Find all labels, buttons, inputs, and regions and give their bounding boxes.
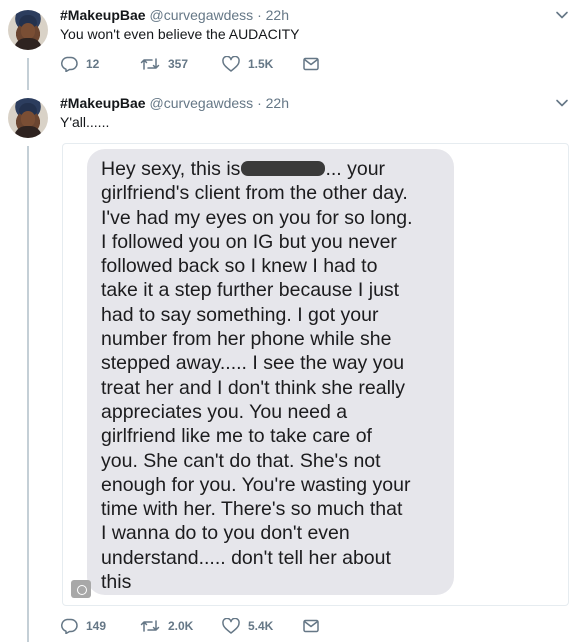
retweet-button[interactable]: 2.0K [140, 616, 193, 636]
message-line: I wanna do to you don't even [101, 522, 350, 545]
tweet-text: You won't even believe the AUDACITY [60, 26, 300, 42]
like-button[interactable]: 1.5K [222, 54, 273, 74]
like-count: 1.5K [248, 57, 274, 71]
display-name[interactable]: #MakeupBae [60, 95, 146, 111]
like-button[interactable]: 5.4K [222, 616, 273, 636]
tweet-media-image[interactable]: Hey sexy, this is... your girlfriend's c… [62, 143, 569, 606]
separator-dot: · [257, 95, 262, 111]
tweet-header: #MakeupBae @curvegawdess · 22h [60, 6, 289, 24]
message-line: enough for you. You're wasting your [101, 473, 411, 496]
message-line: I followed you on IG but you never [101, 230, 397, 253]
retweet-count: 2.0K [168, 619, 194, 633]
media-badge-icon [71, 580, 91, 598]
timestamp[interactable]: 22h [266, 95, 289, 111]
message-line: I've had my eyes on you for so long. [101, 206, 413, 229]
reply-icon [60, 56, 78, 72]
chevron-down-icon[interactable] [555, 8, 569, 22]
message-line: you. She can't do that. She's not [101, 449, 381, 472]
reply-count: 149 [86, 619, 107, 633]
display-name[interactable]: #MakeupBae [60, 7, 146, 23]
message-line: followed back so I knew I had to [101, 255, 378, 278]
message-text: Hey sexy, this is... your girlfriend's c… [101, 157, 451, 594]
message-line: Hey sexy, this is... your [101, 158, 386, 180]
reply-icon [60, 618, 78, 634]
tweet-1[interactable]: #MakeupBae @curvegawdess · 22h You won't… [0, 0, 581, 84]
message-line: understand..... don't tell her about [101, 546, 391, 569]
reply-button[interactable]: 12 [60, 54, 99, 74]
message-line: this [101, 571, 132, 594]
message-bubble: Hey sexy, this is... your girlfriend's c… [87, 149, 454, 595]
direct-message-icon [303, 57, 319, 71]
retweet-button[interactable]: 357 [140, 54, 188, 74]
message-line: appreciates you. You need a [101, 400, 348, 423]
direct-message-button[interactable] [303, 616, 319, 636]
separator-dot: · [257, 7, 262, 23]
retweet-icon [140, 620, 160, 632]
message-line: time with her. There's so much that [101, 498, 403, 521]
tweet-text: Y'all...... [60, 114, 110, 130]
message-line: had to say something. I got your [101, 303, 379, 326]
like-count: 5.4K [248, 619, 274, 633]
retweet-icon [140, 58, 160, 70]
like-icon [222, 618, 240, 634]
message-line: take it a step further because I just [101, 279, 400, 302]
chevron-down-icon[interactable] [555, 96, 569, 110]
reply-button[interactable]: 149 [60, 616, 106, 636]
retweet-count: 357 [168, 57, 189, 71]
message-line: number from her phone while she [101, 328, 392, 351]
message-line: treat her and I don't think she really [101, 376, 405, 399]
direct-message-button[interactable] [303, 54, 319, 74]
redacted-name [241, 161, 326, 176]
timestamp[interactable]: 22h [266, 7, 289, 23]
avatar[interactable] [8, 98, 48, 138]
user-handle[interactable]: @curvegawdess [149, 95, 253, 111]
like-icon [222, 56, 240, 72]
tweet-actions: 12 357 1.5K [60, 54, 380, 74]
user-handle[interactable]: @curvegawdess [149, 7, 253, 23]
message-line: girlfriend like me to take care of [101, 425, 372, 448]
reply-count: 12 [86, 57, 100, 71]
message-line: girlfriend's client from the other day. [101, 182, 408, 205]
avatar[interactable] [8, 10, 48, 50]
tweet-header: #MakeupBae @curvegawdess · 22h [60, 94, 289, 112]
message-line: stepped away..... I see the way you [101, 352, 405, 375]
tweet-actions: 149 2.0K 5.4K [60, 616, 380, 636]
direct-message-icon [303, 619, 319, 633]
